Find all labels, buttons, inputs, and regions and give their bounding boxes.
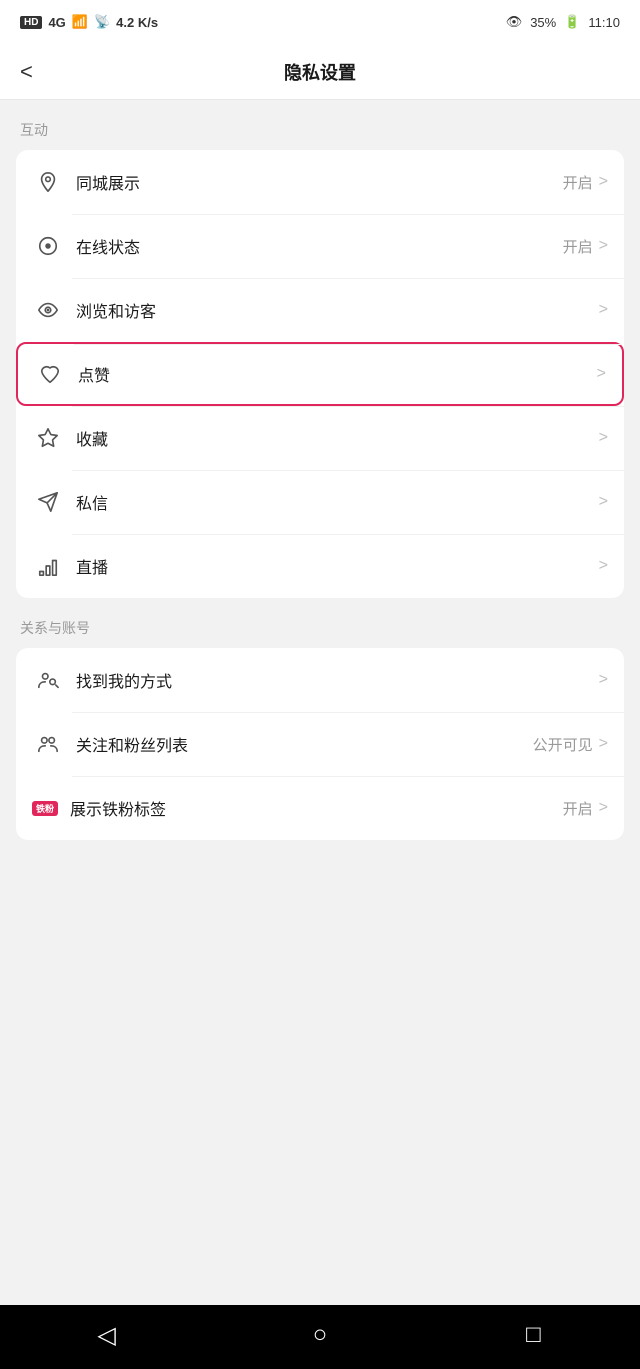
menu-item-findme[interactable]: 找到我的方式 > — [16, 648, 624, 712]
ironfan-label: 展示铁粉标签 — [70, 796, 563, 820]
section2-card: 找到我的方式 > 关注和粉丝列表 公开可见 > 铁粉 展示铁粉标签 开启 > — [16, 648, 624, 840]
wifi-icon: 📡 — [94, 14, 110, 30]
eye-icon: 👁 — [506, 14, 523, 30]
location-icon — [32, 166, 64, 198]
battery-percent: 35% — [530, 15, 556, 30]
follow-value: 公开可见 — [533, 734, 593, 755]
menu-item-online[interactable]: 在线状态 开启 > — [16, 214, 624, 278]
bottom-nav: ◁ ○ □ — [0, 1305, 640, 1369]
like-arrow: > — [597, 365, 606, 383]
online-label: 在线状态 — [76, 234, 563, 258]
ironfan-arrow: > — [599, 799, 608, 817]
tongcheng-value: 开启 — [563, 172, 593, 193]
collect-label: 收藏 — [76, 426, 593, 450]
nav-recents-button[interactable]: □ — [509, 1311, 557, 1359]
signal-4g: 4G — [48, 15, 65, 30]
online-arrow: > — [599, 237, 608, 255]
tongcheng-arrow: > — [599, 173, 608, 191]
signal-bars: 📶 — [72, 14, 88, 30]
collect-arrow: > — [599, 429, 608, 447]
back-button[interactable]: < — [20, 61, 33, 83]
status-left: HD 4G 📶 📡 4.2 K/s — [20, 14, 158, 30]
message-icon — [32, 486, 64, 518]
header: < 隐私设置 — [0, 44, 640, 100]
browse-arrow: > — [599, 301, 608, 319]
status-right: 👁 35% 🔋 11:10 — [506, 14, 620, 30]
message-label: 私信 — [76, 490, 593, 514]
findme-label: 找到我的方式 — [76, 668, 593, 692]
time: 11:10 — [588, 15, 620, 30]
follow-icon — [32, 728, 64, 760]
message-arrow: > — [599, 493, 608, 511]
findme-arrow: > — [599, 671, 608, 689]
nav-back-button[interactable]: ◁ — [83, 1311, 131, 1359]
menu-item-browse[interactable]: 浏览和访客 > — [16, 278, 624, 342]
content: 互动 同城展示 开启 > 在线状态 开启 > 浏览和访客 — [0, 100, 640, 1305]
battery-icon: 🔋 — [564, 14, 580, 30]
ironfan-value: 开启 — [563, 798, 593, 819]
tongcheng-label: 同城展示 — [76, 170, 563, 194]
live-icon — [32, 550, 64, 582]
nav-home-button[interactable]: ○ — [296, 1311, 344, 1359]
page-title: 隐私设置 — [284, 59, 356, 85]
like-icon — [34, 358, 66, 390]
hd-badge: HD — [20, 16, 42, 29]
collect-icon — [32, 422, 64, 454]
section2-label: 关系与账号 — [16, 618, 624, 638]
browse-icon — [32, 294, 64, 326]
menu-item-message[interactable]: 私信 > — [16, 470, 624, 534]
follow-label: 关注和粉丝列表 — [76, 732, 533, 756]
menu-item-ironfan[interactable]: 铁粉 展示铁粉标签 开启 > — [16, 776, 624, 840]
follow-arrow: > — [599, 735, 608, 753]
section1-card: 同城展示 开启 > 在线状态 开启 > 浏览和访客 > — [16, 150, 624, 598]
live-arrow: > — [599, 557, 608, 575]
menu-item-like[interactable]: 点赞 > — [16, 342, 624, 406]
browse-label: 浏览和访客 — [76, 298, 593, 322]
menu-item-tongcheng[interactable]: 同城展示 开启 > — [16, 150, 624, 214]
like-label: 点赞 — [78, 362, 591, 386]
menu-item-live[interactable]: 直播 > — [16, 534, 624, 598]
findme-icon — [32, 664, 64, 696]
network-speed: 4.2 K/s — [116, 15, 158, 30]
live-label: 直播 — [76, 554, 593, 578]
ironfan-badge: 铁粉 — [32, 801, 58, 816]
menu-item-collect[interactable]: 收藏 > — [16, 406, 624, 470]
status-bar: HD 4G 📶 📡 4.2 K/s 👁 35% 🔋 11:10 — [0, 0, 640, 44]
online-icon — [32, 230, 64, 262]
online-value: 开启 — [563, 236, 593, 257]
menu-item-follow[interactable]: 关注和粉丝列表 公开可见 > — [16, 712, 624, 776]
section1-label: 互动 — [16, 120, 624, 140]
